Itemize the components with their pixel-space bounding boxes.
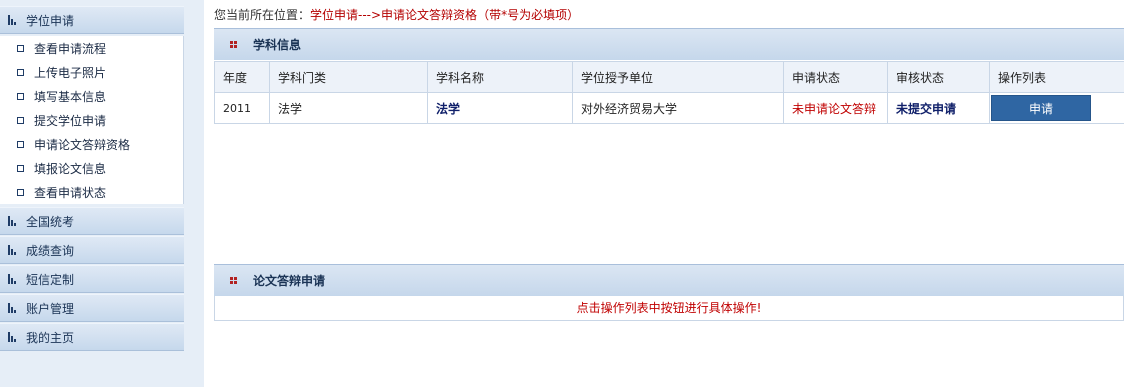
required-note: （带*号为必填项） <box>477 8 580 22</box>
square-bullet-icon <box>17 164 24 172</box>
nav-section-sms-subscription[interactable]: 短信定制 <box>0 265 184 293</box>
square-bullet-icon <box>17 44 24 52</box>
nav-section-account[interactable]: 账户管理 <box>0 294 184 322</box>
submenu-item-label: 填报论文信息 <box>34 161 107 176</box>
nav-section-national-exam[interactable]: 全国统考 <box>0 207 184 235</box>
breadcrumb-prefix: 您当前所在位置： <box>214 8 311 22</box>
grid-dots-icon <box>230 41 237 48</box>
table-row: 2011 法学 法学 对外经济贸易大学 未申请论文答辩 未提交申请 申请 <box>214 92 1124 124</box>
cell-year: 2011 <box>214 92 270 124</box>
nav-section-degree-application[interactable]: 学位申请 <box>0 6 184 34</box>
submenu-item-label: 申请论文答辩资格 <box>34 137 131 152</box>
column-header-actions: 操作列表 <box>989 61 1124 93</box>
cell-actions: 申请 <box>989 92 1124 124</box>
breadcrumb-path: 学位申请--->申请论文答辩资格 <box>310 8 478 22</box>
submenu-item-label: 查看申请流程 <box>34 41 107 56</box>
square-bullet-icon <box>17 188 24 196</box>
nav-section-label: 全国统考 <box>26 214 75 229</box>
submenu-item-label: 提交学位申请 <box>34 113 107 128</box>
submenu-item-thesis-info[interactable]: 填报论文信息 <box>0 156 184 180</box>
nav-section-score-query[interactable]: 成绩查询 <box>0 236 184 264</box>
submenu-item-submit-application[interactable]: 提交学位申请 <box>0 108 184 132</box>
nav-section-label: 短信定制 <box>26 272 75 287</box>
column-header-review-status: 审核状态 <box>887 61 990 93</box>
subject-table: 年度 学科门类 学科名称 学位授予单位 申请状态 审核状态 操作列表 2011 … <box>214 61 1124 124</box>
nav-section-homepage[interactable]: 我的主页 <box>0 323 184 351</box>
bar-chart-icon <box>8 15 18 25</box>
bar-chart-icon <box>8 332 18 342</box>
submenu-item-label: 查看申请状态 <box>34 185 107 200</box>
cell-apply-status: 未申请论文答辩 <box>783 92 888 124</box>
column-header-category: 学科门类 <box>269 61 428 93</box>
operation-notice: 点击操作列表中按钮进行具体操作! <box>214 296 1124 321</box>
panel-title: 学科信息 <box>253 38 302 52</box>
table-header-row: 年度 学科门类 学科名称 学位授予单位 申请状态 审核状态 操作列表 <box>214 61 1124 93</box>
column-header-apply-status: 申请状态 <box>783 61 888 93</box>
nav-section-label: 账户管理 <box>26 301 75 316</box>
panel-title: 论文答辩申请 <box>253 274 326 288</box>
submenu-item-view-process[interactable]: 查看申请流程 <box>0 36 184 60</box>
bar-chart-icon <box>8 216 18 226</box>
submenu-item-apply-defense[interactable]: 申请论文答辩资格 <box>0 132 184 156</box>
square-bullet-icon <box>17 140 24 148</box>
submenu-item-label: 填写基本信息 <box>34 89 107 104</box>
column-header-year: 年度 <box>214 61 270 93</box>
subject-panel-header: 学科信息 <box>214 28 1124 60</box>
cell-subject-name: 法学 <box>427 92 573 124</box>
nav-section-label: 学位申请 <box>26 13 75 28</box>
submenu: 查看申请流程 上传电子照片 填写基本信息 提交学位申请 申请论文答辩资格 填报论… <box>0 36 184 204</box>
bar-chart-icon <box>8 245 18 255</box>
bar-chart-icon <box>8 303 18 313</box>
sidebar: 学位申请 查看申请流程 上传电子照片 填写基本信息 提交学位申请 申请论文答辩资… <box>0 0 204 387</box>
square-bullet-icon <box>17 68 24 76</box>
cell-unit: 对外经济贸易大学 <box>572 92 784 124</box>
apply-button[interactable]: 申请 <box>991 95 1091 121</box>
submenu-item-view-status[interactable]: 查看申请状态 <box>0 180 184 204</box>
column-header-unit: 学位授予单位 <box>572 61 784 93</box>
defense-panel-header: 论文答辩申请 <box>214 264 1124 296</box>
cell-category: 法学 <box>269 92 428 124</box>
nav-section-label: 成绩查询 <box>26 243 75 258</box>
nav-section-label: 我的主页 <box>26 330 75 345</box>
square-bullet-icon <box>17 116 24 124</box>
breadcrumb: 您当前所在位置：学位申请--->申请论文答辩资格（带*号为必填项） <box>214 6 579 22</box>
bar-chart-icon <box>8 274 18 284</box>
submenu-item-basic-info[interactable]: 填写基本信息 <box>0 84 184 108</box>
square-bullet-icon <box>17 92 24 100</box>
grid-dots-icon <box>230 277 237 284</box>
submenu-item-upload-photo[interactable]: 上传电子照片 <box>0 60 184 84</box>
submenu-item-label: 上传电子照片 <box>34 65 107 80</box>
column-header-subject-name: 学科名称 <box>427 61 573 93</box>
cell-review-status: 未提交申请 <box>887 92 990 124</box>
